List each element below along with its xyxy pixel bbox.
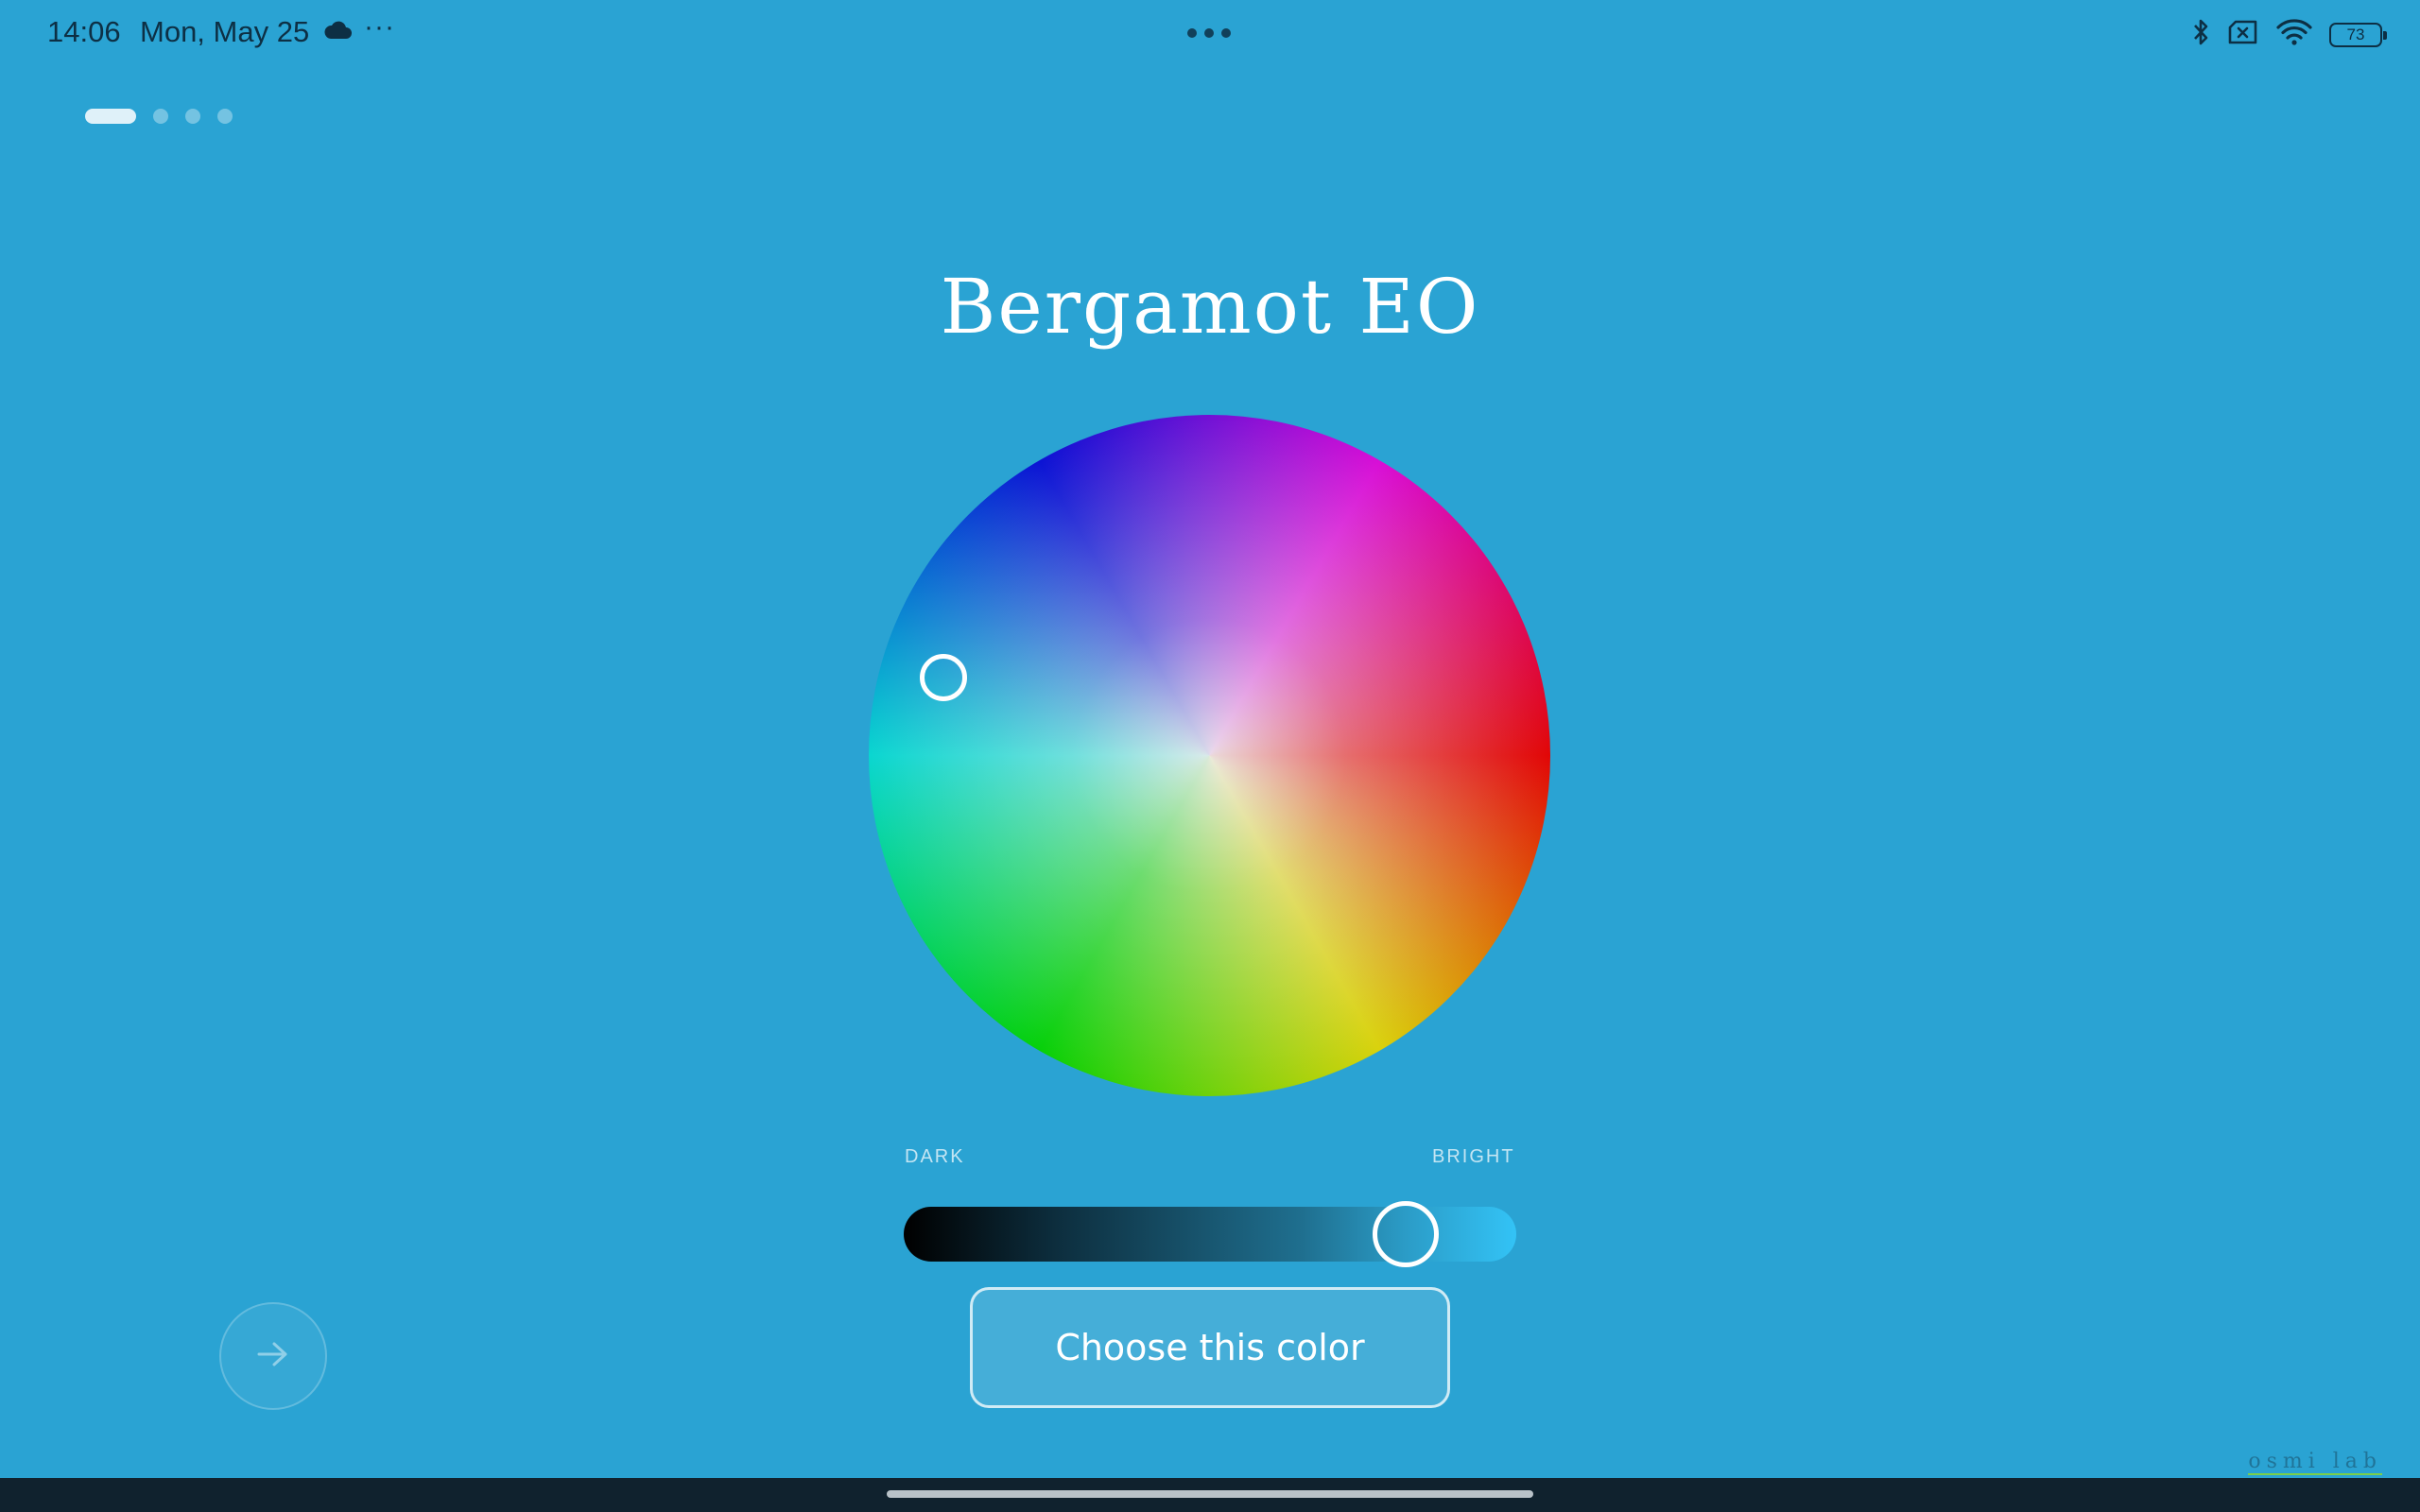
- status-time: 14:06: [47, 15, 121, 48]
- status-date: Mon, May 25: [140, 15, 310, 48]
- cloud-icon: [323, 21, 352, 44]
- window-handle[interactable]: [1187, 28, 1231, 38]
- navigation-bar: [0, 1478, 2420, 1512]
- color-picker-handle[interactable]: [920, 654, 967, 701]
- page-dot-3[interactable]: [185, 109, 200, 124]
- dark-label: DARK: [905, 1146, 965, 1167]
- sim-disabled-icon: [2227, 19, 2259, 50]
- next-button[interactable]: [219, 1302, 327, 1410]
- watermark: osmi lab: [2248, 1450, 2382, 1475]
- home-indicator[interactable]: [887, 1490, 1533, 1498]
- bright-label: BRIGHT: [1432, 1146, 1515, 1167]
- wifi-icon: [2276, 18, 2312, 51]
- more-notifications-icon: ···: [364, 11, 395, 43]
- page-dot-1[interactable]: [85, 109, 136, 124]
- status-bar: 14:06 Mon, May 25 ··· 73: [0, 0, 2420, 66]
- brightness-slider-thumb[interactable]: [1373, 1201, 1439, 1267]
- battery-icon: 73: [2329, 22, 2387, 47]
- color-wheel[interactable]: [869, 415, 1550, 1096]
- choose-color-button[interactable]: Choose this color: [970, 1287, 1450, 1408]
- product-title: Bergamot EO: [940, 263, 1480, 351]
- page-indicator: [85, 109, 233, 124]
- page-dot-4[interactable]: [217, 109, 233, 124]
- arrow-right-icon: [256, 1340, 290, 1373]
- bluetooth-icon: [2191, 17, 2210, 52]
- status-icons: 73: [2191, 17, 2387, 52]
- page-dot-2[interactable]: [153, 109, 168, 124]
